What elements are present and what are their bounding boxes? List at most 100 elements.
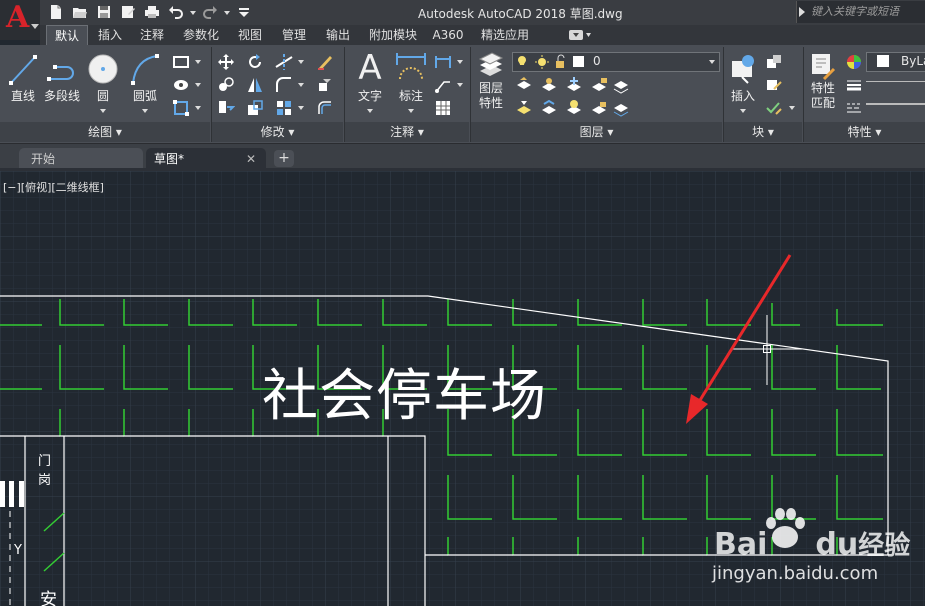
redo-icon[interactable] — [202, 4, 218, 20]
match-properties-button[interactable]: 特性 匹配 — [806, 51, 840, 111]
ribbon-minimize-icon[interactable] — [568, 29, 592, 41]
rectangle-icon[interactable] — [172, 53, 190, 71]
erase-icon[interactable] — [316, 53, 334, 71]
text-dropdown-icon[interactable] — [367, 109, 373, 113]
line-button[interactable]: 直线 — [6, 51, 40, 104]
circle-button[interactable]: 圆 — [86, 51, 120, 104]
polyline-button[interactable]: 多段线 — [42, 51, 82, 104]
array-dropdown-icon[interactable] — [298, 106, 304, 110]
trim-dropdown-icon[interactable] — [298, 60, 304, 64]
layers-panel-footer[interactable]: 图层 ▾ — [471, 122, 722, 142]
layer-dropdown[interactable]: 0 — [512, 52, 720, 72]
annotation-panel-footer[interactable]: 注释 ▾ — [345, 122, 469, 142]
tab-parametric[interactable]: 参数化 — [176, 25, 226, 45]
unlock-all-icon[interactable] — [590, 99, 608, 117]
draw-panel-footer[interactable]: 绘图 ▾ — [0, 122, 210, 142]
drawing-canvas[interactable]: [−][俯视][二维线框] 社会停车场 门岗 Y 安 Bai du经验 jingy… — [0, 171, 925, 606]
customize-toolbar-icon[interactable] — [236, 4, 252, 20]
arc-button[interactable]: 圆弧 — [128, 51, 162, 104]
attributes-dropdown-icon[interactable] — [789, 106, 795, 110]
color-wheel-icon[interactable] — [845, 53, 863, 71]
leader-icon[interactable] — [434, 76, 452, 94]
match-label-1: 特性 — [810, 81, 835, 95]
undo-dropdown-icon[interactable] — [190, 11, 196, 15]
tab-annotate[interactable]: 注释 — [134, 25, 170, 45]
boundary-dropdown-icon[interactable] — [195, 106, 201, 110]
tab-home[interactable]: 默认 — [46, 25, 88, 46]
linear-dim-icon[interactable] — [434, 53, 452, 71]
scale-icon[interactable] — [246, 99, 264, 117]
tab-start[interactable]: 开始 — [19, 148, 143, 170]
undo-icon[interactable] — [168, 4, 184, 20]
boundary-icon[interactable] — [172, 99, 190, 117]
move-icon[interactable] — [217, 53, 235, 71]
modify-panel-footer[interactable]: 修改 ▾ — [212, 122, 343, 142]
lineweight-icon[interactable] — [845, 76, 863, 94]
print-icon[interactable] — [144, 4, 160, 20]
baidu-watermark-url: jingyan.baidu.com — [712, 563, 879, 584]
linear-dim-dropdown-icon[interactable] — [457, 60, 463, 64]
tab-featured-apps[interactable]: 精选应用 — [474, 25, 536, 45]
fillet-dropdown-icon[interactable] — [298, 83, 304, 87]
make-current-icon[interactable] — [515, 99, 533, 117]
rectangle-dropdown-icon[interactable] — [195, 60, 201, 64]
trim-icon[interactable] — [275, 53, 293, 71]
properties-panel-footer[interactable]: 特性 ▾ — [804, 122, 925, 142]
edit-attributes-icon[interactable] — [765, 99, 783, 117]
color-dropdown[interactable]: ByLa — [866, 52, 925, 72]
layer-off-icon[interactable] — [515, 76, 533, 94]
layer-lock-icon[interactable] — [590, 76, 608, 94]
hatch-icon[interactable] — [172, 76, 190, 94]
text-button[interactable]: A 文字 — [350, 49, 390, 104]
fillet-icon[interactable] — [275, 76, 293, 94]
search-input[interactable] — [811, 3, 923, 19]
save-as-icon[interactable] — [120, 4, 136, 20]
search-expand-icon[interactable] — [799, 7, 805, 17]
arc-dropdown-icon[interactable] — [142, 109, 148, 113]
layer-isolate-icon[interactable] — [540, 76, 558, 94]
layer-match-icon[interactable] — [612, 76, 630, 94]
application-menu-button[interactable]: A — [0, 0, 40, 40]
mirror-icon[interactable] — [246, 76, 264, 94]
copy-icon[interactable] — [217, 76, 235, 94]
leader-dropdown-icon[interactable] — [457, 83, 463, 87]
tab-manage[interactable]: 管理 — [276, 25, 312, 45]
explode-icon[interactable] — [316, 76, 334, 94]
layer-walk-icon[interactable] — [540, 99, 558, 117]
table-icon[interactable] — [434, 99, 452, 117]
save-icon[interactable] — [96, 4, 112, 20]
close-tab-icon[interactable]: ✕ — [246, 148, 256, 170]
redo-dropdown-icon[interactable] — [224, 11, 230, 15]
tab-insert[interactable]: 插入 — [92, 25, 128, 45]
tab-view[interactable]: 视图 — [232, 25, 268, 45]
lineweight-bylayer-line[interactable] — [866, 81, 925, 82]
tab-output[interactable]: 输出 — [320, 25, 356, 45]
tab-drawing[interactable]: 草图* ✕ — [146, 148, 266, 170]
insert-dropdown-icon[interactable] — [740, 109, 746, 113]
block-panel-footer[interactable]: 块 ▾ — [724, 122, 802, 142]
open-file-icon[interactable] — [72, 4, 88, 20]
tab-addins[interactable]: 附加模块 — [362, 25, 424, 45]
dimension-button[interactable]: 标注 — [394, 51, 428, 104]
insert-block-button[interactable]: 插入 — [726, 51, 760, 104]
thaw-all-icon[interactable] — [565, 99, 583, 117]
layer-properties-button[interactable]: 图层 特性 — [474, 51, 508, 111]
copy-to-layer-icon[interactable] — [612, 99, 630, 117]
dimension-dropdown-icon[interactable] — [408, 109, 414, 113]
new-file-icon[interactable] — [48, 4, 64, 20]
circle-dropdown-icon[interactable] — [100, 109, 106, 113]
rotate-icon[interactable] — [246, 53, 264, 71]
viewport-controls-label[interactable]: [−][俯视][二维线框] — [3, 179, 104, 195]
linetype-icon[interactable] — [845, 99, 863, 117]
linetype-bylayer-line[interactable] — [866, 103, 925, 105]
new-tab-icon[interactable]: + — [274, 150, 294, 167]
offset-icon[interactable] — [316, 99, 334, 117]
layer-freeze-icon[interactable] — [565, 76, 583, 94]
hatch-dropdown-icon[interactable] — [195, 83, 201, 87]
array-icon[interactable] — [275, 99, 293, 117]
tab-a360[interactable]: A360 — [428, 25, 468, 45]
line-icon — [9, 55, 37, 85]
create-block-icon[interactable] — [765, 53, 783, 71]
edit-block-icon[interactable] — [765, 76, 783, 94]
stretch-icon[interactable] — [217, 99, 236, 117]
